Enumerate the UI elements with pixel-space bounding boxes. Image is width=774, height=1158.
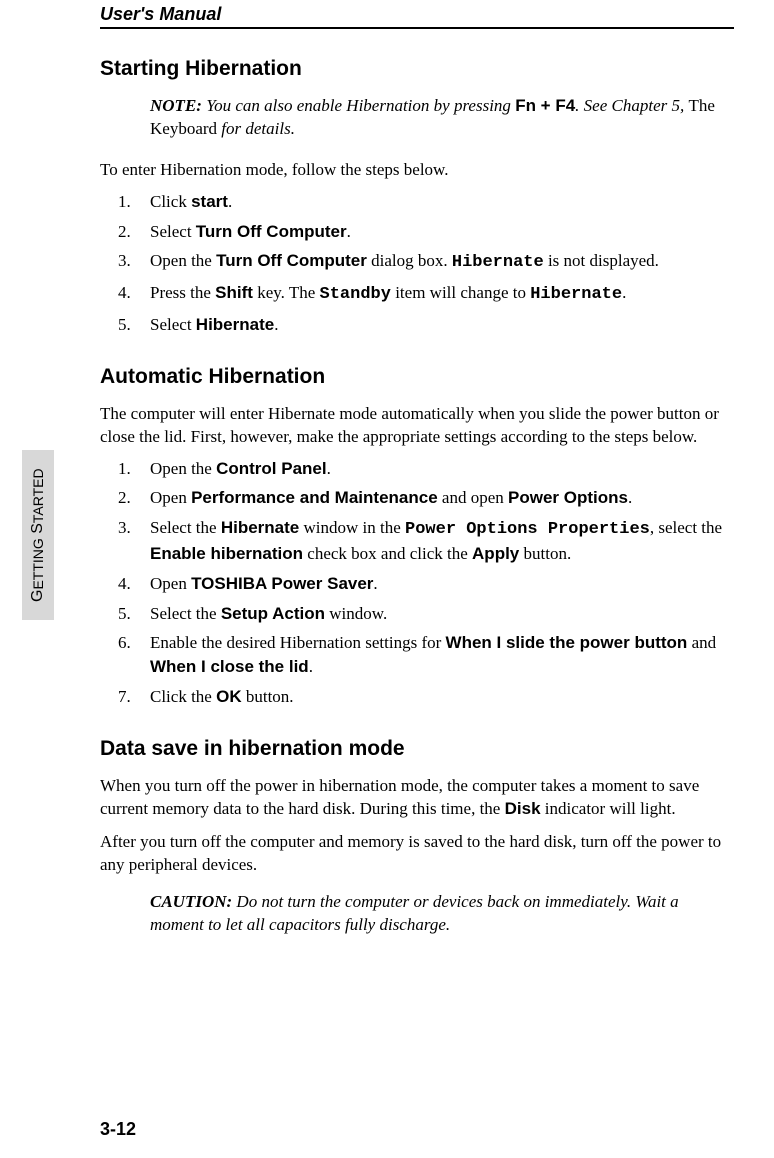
ui-ok: OK — [216, 687, 242, 706]
ui-enable-hibernation: Enable hibernation — [150, 544, 303, 563]
ui-power-options: Power Options — [508, 488, 628, 507]
ui-setup-action: Setup Action — [221, 604, 325, 623]
key-shift: Shift — [215, 283, 253, 302]
caution-label: CAUTION: — [150, 892, 232, 911]
caution-block: CAUTION: Do not turn the computer or dev… — [150, 891, 734, 937]
ui-hibernate-window: Hibernate — [221, 518, 299, 537]
key-combo: Fn + F4 — [515, 96, 575, 115]
heading-automatic-hibernation: Automatic Hibernation — [100, 365, 734, 389]
step-item: Open Performance and Maintenance and ope… — [100, 486, 734, 510]
step-item: Press the Shift key. The Standby item wi… — [100, 281, 734, 307]
page-content: User's Manual Starting Hibernation NOTE:… — [0, 0, 774, 936]
note-text-a: You can also enable Hibernation by press… — [202, 96, 515, 115]
ui-perf-maint: Performance and Maintenance — [191, 488, 438, 507]
step-item: Select the Setup Action window. — [100, 602, 734, 626]
step-item: Enable the desired Hibernation settings … — [100, 631, 734, 679]
step-item: Click start. — [100, 190, 734, 214]
ui-toshiba-power-saver: TOSHIBA Power Saver — [191, 574, 373, 593]
steps-list-1: Click start. Select Turn Off Computer. O… — [100, 190, 734, 337]
running-header: User's Manual — [100, 0, 734, 29]
ui-disk: Disk — [505, 799, 541, 818]
step-item: Select Turn Off Computer. — [100, 220, 734, 244]
data-save-p2: After you turn off the computer and memo… — [100, 831, 734, 877]
step-item: Open the Turn Off Computer dialog box. H… — [100, 249, 734, 275]
auto-intro: The computer will enter Hibernate mode a… — [100, 403, 734, 449]
intro-text: To enter Hibernation mode, follow the st… — [100, 159, 734, 182]
step-item: Open TOSHIBA Power Saver. — [100, 572, 734, 596]
page-number: 3-12 — [100, 1119, 136, 1140]
mono-power-options-props: Power Options Properties — [405, 520, 650, 539]
ui-slide-power: When I slide the power button — [446, 633, 688, 652]
step-item: Click the OK button. — [100, 685, 734, 709]
ui-control-panel: Control Panel — [216, 459, 327, 478]
note-label: NOTE: — [150, 96, 202, 115]
heading-starting-hibernation: Starting Hibernation — [100, 57, 734, 81]
mono-hibernate-2: Hibernate — [530, 285, 622, 304]
step-item: Open the Control Panel. — [100, 457, 734, 481]
mono-hibernate: Hibernate — [452, 253, 544, 272]
heading-data-save: Data save in hibernation mode — [100, 737, 734, 761]
ui-apply: Apply — [472, 544, 519, 563]
note-block: NOTE: You can also enable Hibernation by… — [150, 95, 734, 141]
ui-turn-off-dialog: Turn Off Computer — [216, 251, 367, 270]
note-text-c: for details. — [217, 119, 295, 138]
ui-hibernate: Hibernate — [196, 315, 274, 334]
data-save-p1: When you turn off the power in hibernati… — [100, 775, 734, 821]
steps-list-2: Open the Control Panel. Open Performance… — [100, 457, 734, 709]
mono-standby: Standby — [320, 285, 391, 304]
note-text-b: . See Chapter 5, — [575, 96, 688, 115]
ui-close-lid: When I close the lid — [150, 657, 309, 676]
step-item: Select the Hibernate window in the Power… — [100, 516, 734, 566]
ui-turn-off: Turn Off Computer — [196, 222, 347, 241]
ui-start: start — [191, 192, 228, 211]
step-item: Select Hibernate. — [100, 313, 734, 337]
